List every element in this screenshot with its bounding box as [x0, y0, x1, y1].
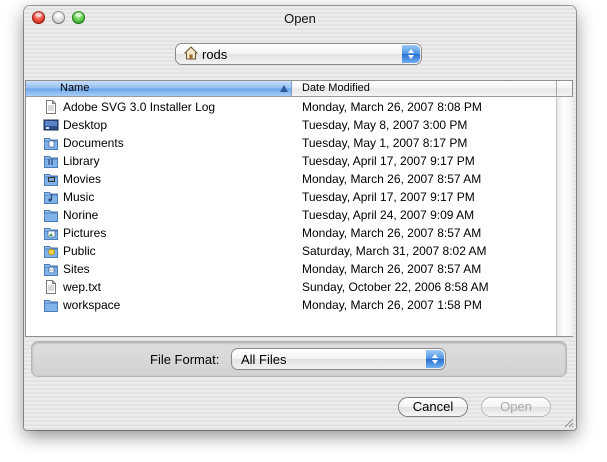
folder-icon — [43, 207, 59, 223]
text-file-icon — [43, 279, 59, 295]
file-format-label: File Format: — [150, 352, 220, 367]
file-browser: Name Date Modified Adobe SVG 3.0 Install… — [26, 81, 573, 336]
file-row[interactable]: Adobe SVG 3.0 Installer Log Monday, March… — [26, 98, 556, 116]
column-separator — [556, 81, 557, 96]
public-folder-icon — [43, 243, 59, 259]
file-date-modified: Tuesday, April 24, 2007 9:09 AM — [302, 208, 475, 222]
home-icon — [183, 46, 199, 60]
file-row[interactable]: Movies Monday, March 26, 2007 8:57 AM — [26, 170, 556, 188]
file-row[interactable]: Desktop Tuesday, May 8, 2007 3:00 PM — [26, 116, 556, 134]
file-format-popup[interactable]: All Files — [232, 349, 445, 369]
file-format-value: All Files — [241, 352, 287, 367]
file-date-modified: Monday, March 26, 2007 8:57 AM — [302, 262, 482, 276]
file-date-modified: Sunday, October 22, 2006 8:58 AM — [302, 280, 489, 294]
file-name: Movies — [63, 172, 102, 186]
name-column-label: Name — [60, 82, 90, 94]
file-row[interactable]: Library Tuesday, April 17, 2007 9:17 PM — [26, 152, 556, 170]
file-row[interactable]: wep.txt Sunday, October 22, 2006 8:58 AM — [26, 278, 556, 296]
file-row[interactable]: Norine Tuesday, April 24, 2007 9:09 AM — [26, 206, 556, 224]
file-row[interactable]: Public Saturday, March 31, 2007 8:02 AM — [26, 242, 556, 260]
file-date-modified: Monday, March 26, 2007 1:58 PM — [302, 298, 482, 312]
date-modified-column-header[interactable]: Date Modified — [302, 82, 370, 94]
open-button[interactable]: Open — [482, 398, 550, 416]
file-date-modified: Monday, March 26, 2007 8:57 AM — [302, 226, 482, 240]
file-name: Library — [63, 154, 100, 168]
file-list: Adobe SVG 3.0 Installer Log Monday, March… — [26, 98, 556, 314]
vertical-scrollbar[interactable] — [556, 97, 573, 336]
file-name: wep.txt — [63, 280, 102, 294]
sites-folder-icon — [43, 261, 59, 277]
file-name: Pictures — [63, 226, 107, 240]
desktop-folder-icon — [43, 117, 59, 133]
document-icon — [43, 99, 59, 115]
file-format-bar: File Format: All Files — [32, 342, 566, 376]
file-name: Music — [63, 190, 95, 204]
column-header: Name Date Modified — [26, 81, 572, 97]
title-bar[interactable]: Open — [24, 6, 576, 30]
file-name: Norine — [63, 208, 99, 222]
library-folder-icon — [43, 153, 59, 169]
popup-arrows-icon — [426, 350, 444, 368]
file-date-modified: Saturday, March 31, 2007 8:02 AM — [302, 244, 487, 258]
file-date-modified: Tuesday, May 1, 2007 8:17 PM — [302, 136, 468, 150]
file-date-modified: Tuesday, April 17, 2007 9:17 PM — [302, 154, 475, 168]
folder-icon — [43, 297, 59, 313]
movies-folder-icon — [43, 171, 59, 187]
location-popup[interactable]: rods — [176, 44, 421, 64]
file-row[interactable]: Documents Tuesday, May 1, 2007 8:17 PM — [26, 134, 556, 152]
file-name: Documents — [63, 136, 124, 150]
sort-ascending-icon — [280, 85, 288, 92]
file-name: Adobe SVG 3.0 Installer Log — [63, 100, 216, 114]
file-name: Sites — [63, 262, 90, 276]
open-dialog-window: Open rods Name Date Modified Adobe SVG 3… — [24, 6, 576, 430]
file-row[interactable]: Sites Monday, March 26, 2007 8:57 AM — [26, 260, 556, 278]
file-row[interactable]: Music Tuesday, April 17, 2007 9:17 PM — [26, 188, 556, 206]
popup-arrows-icon — [402, 45, 420, 63]
file-row[interactable]: workspace Monday, March 26, 2007 1:58 PM — [26, 296, 556, 314]
file-name: Desktop — [63, 118, 108, 132]
file-name: workspace — [63, 298, 121, 312]
location-folder-name: rods — [202, 47, 228, 62]
file-date-modified: Tuesday, May 8, 2007 3:00 PM — [302, 118, 468, 132]
file-date-modified: Monday, March 26, 2007 8:08 PM — [302, 100, 482, 114]
music-folder-icon — [43, 189, 59, 205]
window-title: Open — [284, 11, 316, 26]
cancel-button[interactable]: Cancel — [399, 398, 467, 416]
file-name: Public — [63, 244, 96, 258]
file-date-modified: Monday, March 26, 2007 8:57 AM — [302, 172, 482, 186]
name-column-header[interactable]: Name — [26, 81, 292, 96]
file-date-modified: Tuesday, April 17, 2007 9:17 PM — [302, 190, 475, 204]
pictures-folder-icon — [43, 225, 59, 241]
file-row[interactable]: Pictures Monday, March 26, 2007 8:57 AM — [26, 224, 556, 242]
resize-grip-icon[interactable] — [563, 417, 574, 428]
documents-folder-icon — [43, 135, 59, 151]
